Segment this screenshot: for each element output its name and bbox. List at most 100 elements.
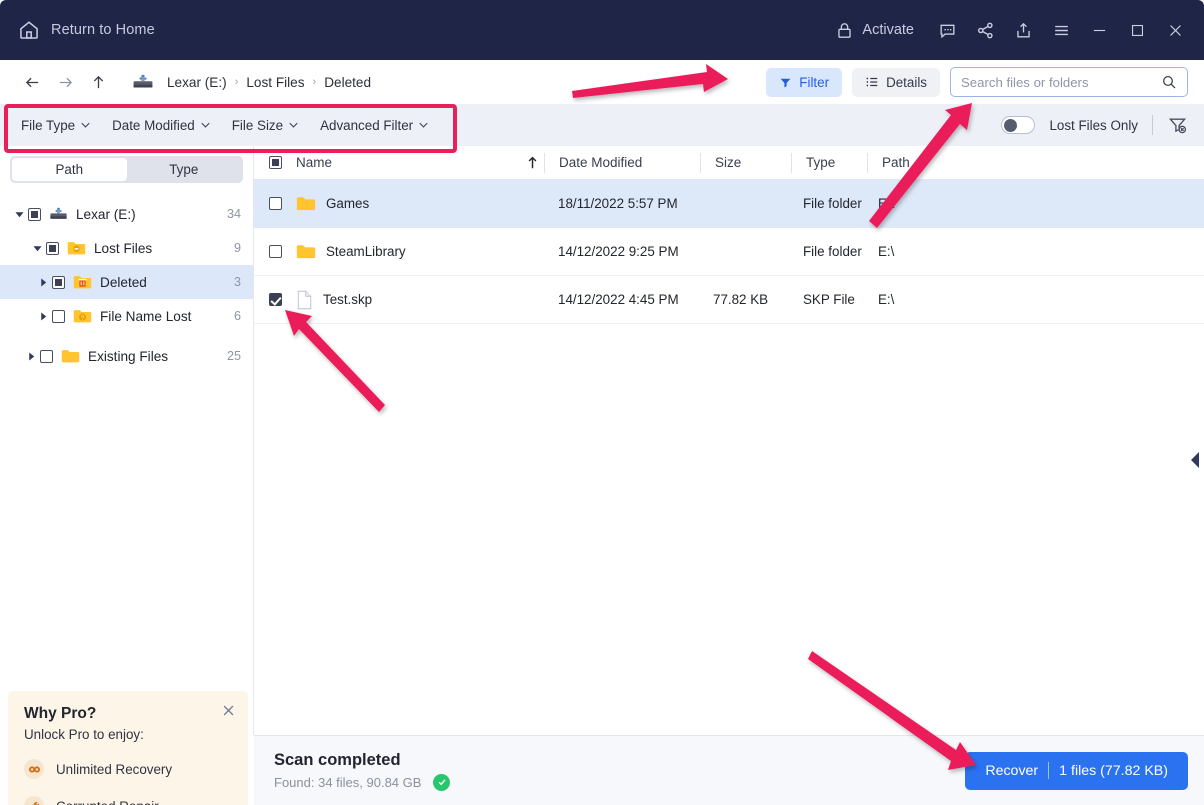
tab-path[interactable]: Path <box>12 158 127 181</box>
folder-icon <box>296 245 316 259</box>
breadcrumb-separator: › <box>234 76 239 88</box>
pro-feature-corrupted-repair: Corrupted Repair <box>24 796 232 805</box>
divider <box>1048 762 1050 779</box>
row-checkbox[interactable] <box>268 197 282 210</box>
hamburger-menu-icon <box>1054 25 1068 35</box>
recover-button[interactable]: Recover 1 files (77.82 KB) <box>965 751 1188 790</box>
column-header-date-modified[interactable]: Date Modified <box>545 155 700 170</box>
tree-item-count: 6 <box>233 309 241 323</box>
breadcrumb: Lexar (E:) › Lost Files › Deleted <box>132 74 371 90</box>
filter-button[interactable]: Filter <box>766 67 843 97</box>
advanced-filter-label: Advanced Filter <box>320 117 414 133</box>
feedback-icon <box>939 24 955 38</box>
tree-checkbox[interactable] <box>46 241 59 255</box>
column-header-name[interactable]: Name <box>296 155 544 170</box>
forward-button[interactable] <box>49 67 82 97</box>
tree-checkbox[interactable] <box>28 207 41 221</box>
row-date-cell: 14/12/2022 9:25 PM <box>558 244 679 259</box>
tree-item-lost-files[interactable]: Lost Files 9 <box>0 231 253 265</box>
close-icon[interactable] <box>221 703 236 718</box>
search-input[interactable] <box>961 74 1161 90</box>
unknown-folder-icon: ? <box>73 310 92 323</box>
back-button[interactable] <box>16 67 49 97</box>
tab-type[interactable]: Type <box>127 158 242 181</box>
search-icon[interactable] <box>1161 74 1177 90</box>
row-checkbox[interactable] <box>268 245 282 258</box>
clear-filter-icon[interactable] <box>1167 116 1188 135</box>
advanced-filter[interactable]: Advanced Filter <box>309 112 439 138</box>
column-header-path[interactable]: Path <box>868 155 988 170</box>
tree-item-deleted[interactable]: Deleted 3 <box>0 265 253 299</box>
home-icon <box>20 21 38 39</box>
table-row[interactable]: Games 18/11/2022 5:57 PM File folder E:\ <box>254 180 1204 228</box>
tree-item-count: 9 <box>233 241 241 255</box>
details-button[interactable]: Details <box>852 67 940 97</box>
filter-label: Filter <box>799 74 830 90</box>
chevron-right-icon <box>40 311 46 321</box>
table-row[interactable]: SteamLibrary 14/12/2022 9:25 PM File fol… <box>254 228 1204 276</box>
chevron-right-icon <box>40 277 46 287</box>
expand-toggle[interactable] <box>22 351 40 361</box>
tree-item-count: 25 <box>226 349 241 363</box>
status-footer: Scan completed Found: 34 files, 90.84 GB… <box>254 735 1204 805</box>
table-row[interactable]: Test.skp 14/12/2022 4:45 PM 77.82 KB SKP… <box>254 276 1204 324</box>
expand-toggle[interactable] <box>10 210 28 219</box>
infinity-glyph <box>28 765 40 773</box>
activate-button[interactable]: Activate <box>827 0 928 60</box>
export-button[interactable] <box>1004 0 1042 60</box>
file-type-filter[interactable]: File Type <box>10 112 101 138</box>
tree-item-lexar[interactable]: Lexar (E:) 34 <box>0 197 253 231</box>
column-header-date-modified-label: Date Modified <box>559 155 643 170</box>
lost-files-only-toggle[interactable] <box>1001 116 1036 134</box>
tree-checkbox[interactable] <box>40 349 53 363</box>
maximize-button[interactable] <box>1118 0 1156 60</box>
expand-toggle[interactable] <box>28 244 46 253</box>
share-button[interactable] <box>966 0 1004 60</box>
chevron-down-icon <box>32 245 42 251</box>
row-checkbox-cell[interactable] <box>254 197 296 210</box>
select-all-checkbox[interactable] <box>268 156 282 169</box>
tree-item-label: Existing Files <box>88 348 169 364</box>
tree-checkbox[interactable] <box>52 309 65 323</box>
expand-toggle[interactable] <box>34 311 52 321</box>
collapse-preview-panel-handle[interactable] <box>1188 450 1202 470</box>
column-header-type-label: Type <box>806 155 836 170</box>
row-type-cell: File folder <box>803 196 862 211</box>
tree-item-count: 34 <box>226 207 241 221</box>
sort-ascending-icon[interactable] <box>527 156 538 169</box>
row-checkbox-cell[interactable] <box>254 245 296 258</box>
folder-icon <box>61 350 80 363</box>
row-name-label: SteamLibrary <box>326 244 406 259</box>
window-controls: Activate <box>827 0 1204 60</box>
breadcrumb-item-1[interactable]: Lost Files <box>246 75 304 90</box>
tree-item-file-name-lost[interactable]: ? File Name Lost 6 <box>0 299 253 333</box>
date-modified-filter[interactable]: Date Modified <box>101 112 221 138</box>
minimize-icon <box>1093 29 1105 31</box>
breadcrumb-item-2[interactable]: Deleted <box>324 75 371 90</box>
close-icon <box>1169 24 1181 36</box>
expand-toggle[interactable] <box>34 277 52 287</box>
feedback-button[interactable] <box>928 0 966 60</box>
sidebar: Path Type Lexar (E:) 34 Lost Files 9 Del… <box>0 146 254 805</box>
tree-item-label: File Name Lost <box>100 308 192 324</box>
column-header-size[interactable]: Size <box>701 155 791 170</box>
search-box[interactable] <box>950 67 1188 97</box>
row-checkbox-cell[interactable] <box>254 293 296 306</box>
why-pro-card: Why Pro? Unlock Pro to enjoy: Unlimited … <box>8 691 248 805</box>
menu-button[interactable] <box>1042 0 1080 60</box>
file-icon <box>297 290 312 309</box>
return-to-home-button[interactable]: Return to Home <box>0 19 155 41</box>
pro-feature-label: Corrupted Repair <box>56 799 159 805</box>
tree-item-existing-files[interactable]: Existing Files 25 <box>0 339 253 373</box>
breadcrumb-item-0[interactable]: Lexar (E:) <box>167 75 227 90</box>
column-header-type[interactable]: Type <box>792 155 867 170</box>
row-checkbox[interactable] <box>268 293 282 306</box>
row-name-cell: SteamLibrary <box>296 243 544 260</box>
minimize-button[interactable] <box>1080 0 1118 60</box>
up-button[interactable] <box>82 67 115 97</box>
chevron-down-icon <box>419 122 428 128</box>
select-all-checkbox-cell[interactable] <box>254 156 296 169</box>
tree-checkbox[interactable] <box>52 275 65 289</box>
file-size-filter[interactable]: File Size <box>221 112 309 138</box>
close-button[interactable] <box>1156 0 1194 60</box>
